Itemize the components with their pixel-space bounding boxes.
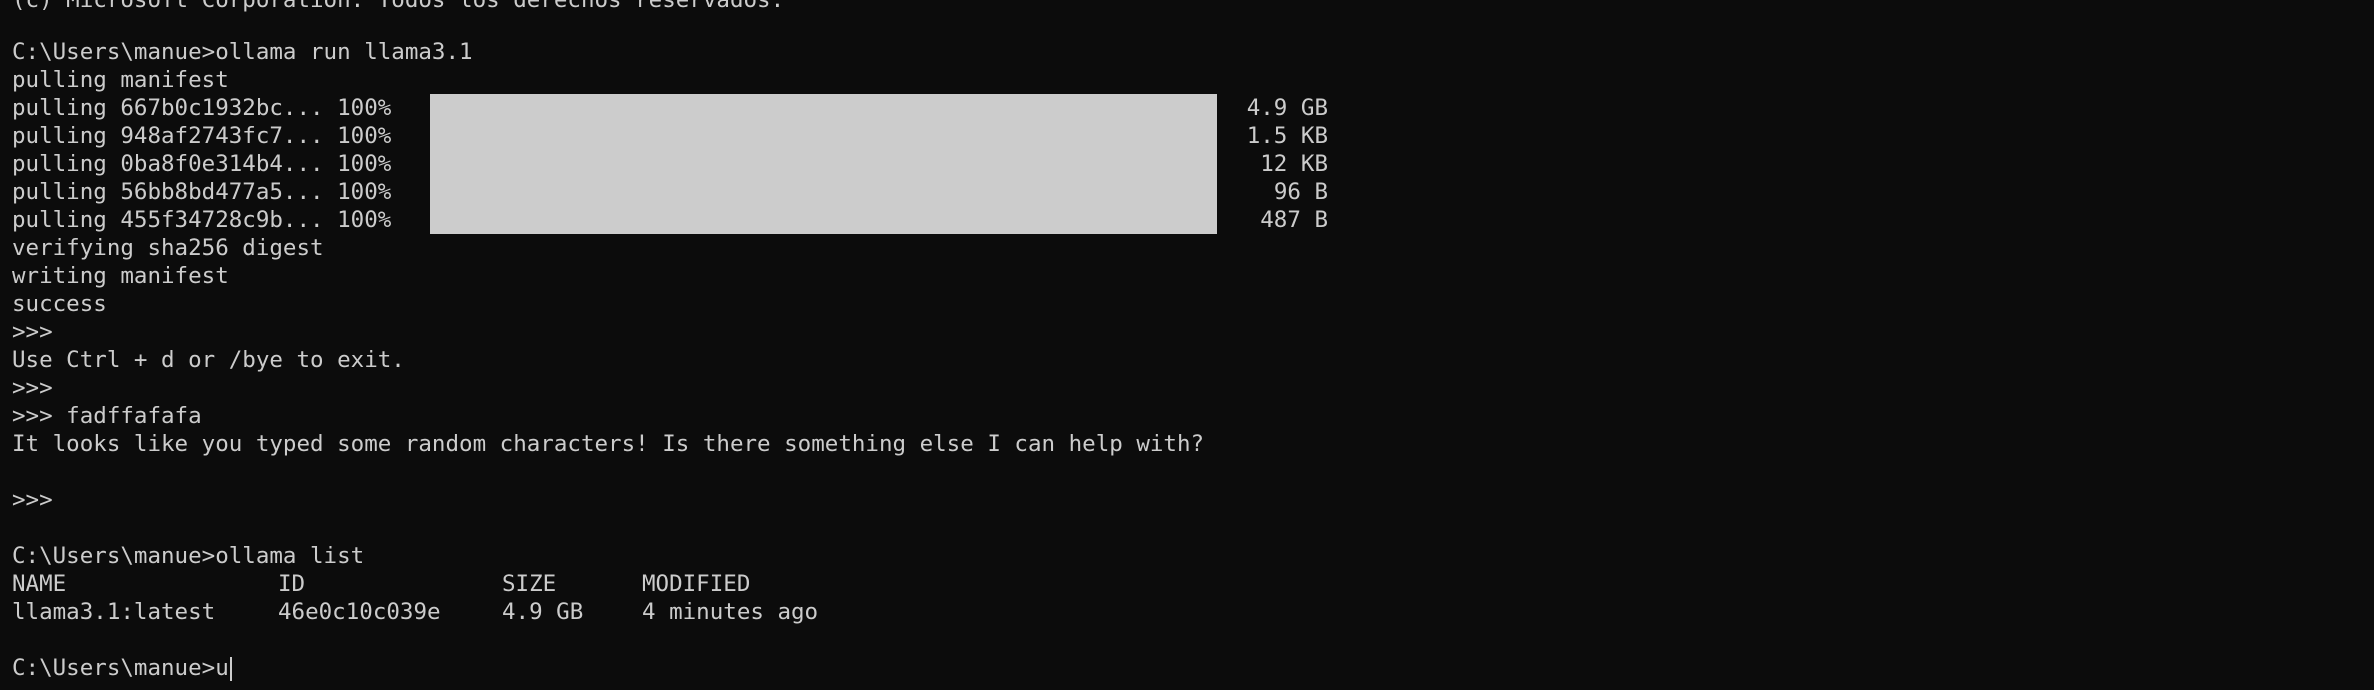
- command-ollama-run: C:\Users\manue>ollama run llama3.1: [12, 39, 473, 65]
- model-response: It looks like you typed some random char…: [12, 431, 1205, 457]
- typed-input[interactable]: u: [215, 655, 229, 681]
- repl-prompt: >>>: [12, 319, 53, 345]
- help-line: Use Ctrl + d or /bye to exit.: [12, 347, 405, 373]
- layer-size: 1.5 KB: [1246, 123, 1328, 149]
- repl-prompt: >>>: [12, 487, 53, 513]
- copyright-line: (c) Microsoft Corporation. Todos los der…: [12, 0, 785, 13]
- terminal-window[interactable]: (c) Microsoft Corporation. Todos los der…: [0, 0, 2374, 690]
- progress-bar: [430, 94, 1217, 122]
- list-cell-name: llama3.1:latest: [12, 599, 216, 625]
- list-header-size: SIZE: [502, 571, 557, 597]
- shell-prompt: C:\Users\manue>: [12, 655, 216, 681]
- pulling-manifest-line: pulling manifest: [12, 67, 229, 93]
- list-cell-id: 46e0c10c039e: [278, 599, 441, 625]
- text-cursor: [229, 656, 232, 681]
- command-input-line[interactable]: C:\Users\manue>u: [12, 654, 232, 682]
- layer-label: pulling 455f34728c9b... 100%: [12, 207, 392, 233]
- list-cell-modified: 4 minutes ago: [642, 599, 819, 625]
- layer-size: 4.9 GB: [1246, 95, 1328, 121]
- command-ollama-list: C:\Users\manue>ollama list: [12, 543, 365, 569]
- list-header-modified: MODIFIED: [642, 571, 751, 597]
- layer-label: pulling 948af2743fc7... 100%: [12, 123, 392, 149]
- success-line: success: [12, 291, 107, 317]
- layer-size: 12 KB: [1260, 151, 1328, 177]
- progress-bar: [430, 150, 1217, 178]
- progress-bar: [430, 178, 1217, 206]
- repl-input-line: >>> fadffafafa: [12, 403, 202, 429]
- verifying-line: verifying sha256 digest: [12, 235, 324, 261]
- layer-size: 487 B: [1260, 207, 1328, 233]
- writing-manifest-line: writing manifest: [12, 263, 229, 289]
- layer-size: 96 B: [1273, 179, 1328, 205]
- progress-bar: [430, 122, 1217, 150]
- list-cell-size: 4.9 GB: [502, 599, 584, 625]
- progress-bar: [430, 206, 1217, 234]
- list-header-id: ID: [278, 571, 306, 597]
- repl-prompt: >>>: [12, 375, 53, 401]
- layer-label: pulling 56bb8bd477a5... 100%: [12, 179, 392, 205]
- list-header-name: NAME: [12, 571, 67, 597]
- layer-label: pulling 0ba8f0e314b4... 100%: [12, 151, 392, 177]
- layer-label: pulling 667b0c1932bc... 100%: [12, 95, 392, 121]
